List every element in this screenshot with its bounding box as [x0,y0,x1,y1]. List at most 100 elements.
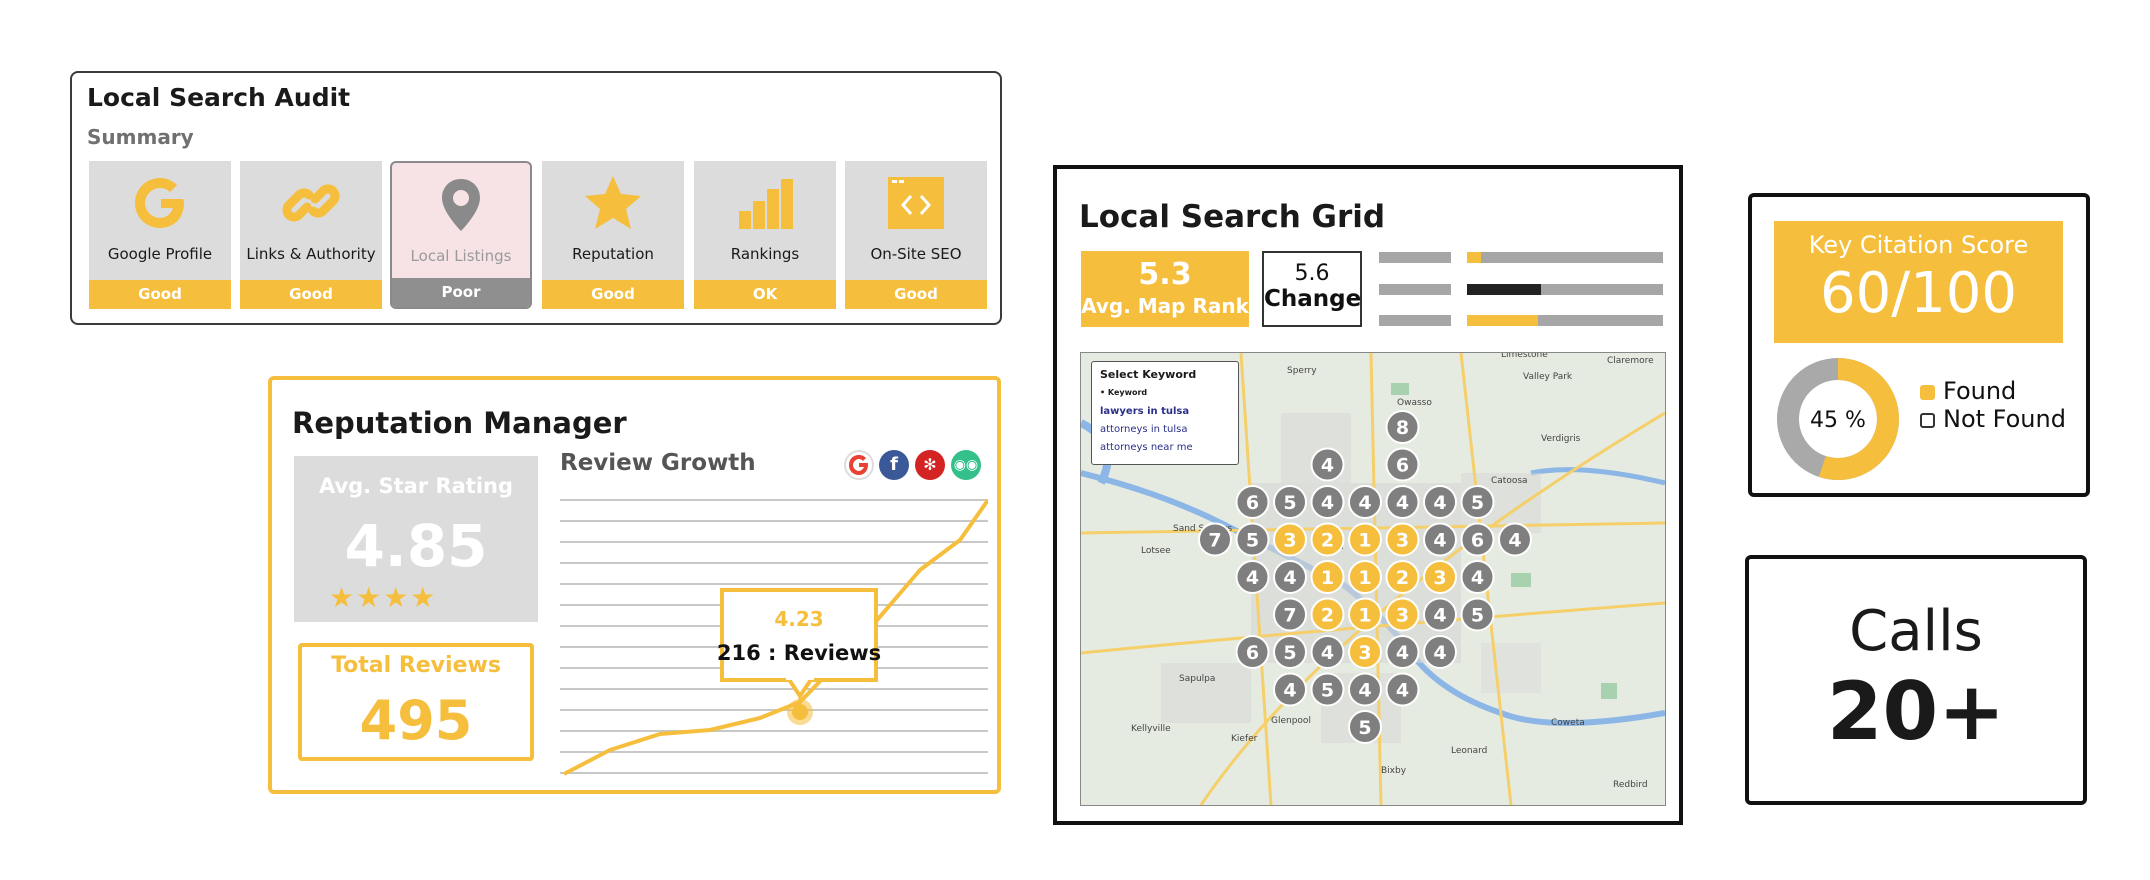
code-window-icon [845,173,987,233]
legend-not-found: Not Found [1920,405,2066,433]
rank-marker-label: 5 [1471,605,1484,627]
avg-star-rating-value: 4.85 [344,512,488,580]
audit-tile-reputation[interactable]: Reputation Good [542,161,684,309]
tile-label: Rankings [730,245,800,263]
rank-marker-label: 4 [1396,492,1409,514]
tile-status: OK [694,280,836,309]
total-reviews-label: Total Reviews [331,653,501,678]
avg-map-rank-box: 5.3 Avg. Map Rank [1081,251,1249,327]
rank-marker-label: 4 [1433,605,1446,627]
avg-map-rank-label: Avg. Map Rank [1081,294,1249,318]
citation-score-value: 60/100 [1819,261,2017,326]
change-box: 5.6 Change [1262,251,1362,327]
yelp-icon[interactable]: ✻ [915,450,945,480]
reputation-manager-card: Reputation Manager Avg. Star Rating 4.85… [268,376,1001,794]
citation-score-box: Key Citation Score 60/100 [1774,221,2063,343]
audit-tile-local-listings[interactable]: Local Listings Poor [390,161,532,309]
star-rating-icons: ★★★★ [329,581,438,614]
rank-marker-label: 4 [1358,492,1371,514]
rank-marker-label: 4 [1358,680,1371,702]
audit-tile-rankings[interactable]: Rankings OK [694,161,836,309]
bar-chart-icon [694,173,836,233]
local-search-grid-card: Local Search Grid 5.3 Avg. Map Rank 5.6 … [1053,165,1683,825]
total-reviews-box: Total Reviews 495 [298,643,534,761]
rank-marker-label: 4 [1396,680,1409,702]
citation-score-title: Key Citation Score [1808,231,2029,259]
rank-marker-label: 4 [1433,642,1446,664]
rank-marker-label: 5 [1283,642,1296,664]
audit-title: Local Search Audit [87,83,351,112]
tile-status: Good [845,280,987,309]
avg-star-rating-label: Avg. Star Rating [318,474,514,498]
rank-marker-label: 6 [1246,642,1259,664]
google-g-icon [89,173,231,233]
rank-marker-label: 3 [1396,530,1409,552]
rank-marker-label: 1 [1358,567,1371,589]
rank-marker-label: 8 [1396,417,1409,439]
calls-value: 20+ [1826,665,2006,758]
rank-grid-map[interactable]: Sperry Owasso Valley Park Claremore Verdigr… [1080,352,1666,806]
rank-markers: 8 4 6 6 5 4 4 4 4 5 7 5 3 2 1 3 4 6 4 4 4 1 1 2 3 4 7 2 1 3 4 5 6 5 4 3 4 4 4 5… [1198,410,1532,744]
rank-marker-label: 4 [1508,530,1521,552]
tile-status: Poor [392,278,530,307]
rank-marker-label: 4 [1321,642,1334,664]
not-found-swatch-icon [1920,412,1935,428]
rank-marker-label: 4 [1396,642,1409,664]
tile-status: Good [542,280,684,309]
rank-bar-fill [1467,284,1542,295]
rank-marker-label: 2 [1321,605,1334,627]
rank-marker-label: 6 [1396,455,1409,477]
legend-found-label: Found [1943,377,2017,405]
rank-marker-label: 5 [1471,492,1484,514]
tooltip-rating: 4.23 [774,607,823,631]
change-label: Change [1264,286,1362,312]
legend-not-found-label: Not Found [1943,405,2066,433]
rank-marker-label: 4 [1433,492,1446,514]
citation-donut-chart: 45 % [1777,358,1899,480]
rank-marker-label: 4 [1321,492,1334,514]
avg-star-rating-box: Avg. Star Rating 4.85 ★★★★ [294,456,538,622]
rank-marker-label: 4 [1246,567,1259,589]
tile-label: Reputation [572,245,654,263]
review-growth-chart: 4.23 216 : Reviews [560,498,988,776]
rank-marker-label: 6 [1246,492,1259,514]
tooltip-reviews: 216 : Reviews [717,641,881,665]
rank-marker-label: 4 [1283,567,1296,589]
rank-marker-label: 7 [1208,530,1221,552]
rank-marker-label: 4 [1321,455,1334,477]
star-icon [542,173,684,233]
avg-map-rank-value: 5.3 [1138,257,1192,292]
rank-marker-label: 5 [1246,530,1259,552]
rank-marker-label: 3 [1396,605,1409,627]
rank-marker-label: 4 [1283,680,1296,702]
rank-marker-label: 1 [1358,530,1371,552]
link-icon [240,173,382,233]
rank-marker-label: 5 [1283,492,1296,514]
rank-marker-label: 1 [1358,605,1371,627]
calls-card: Calls 20+ [1745,555,2087,805]
rank-marker-label: 4 [1471,567,1484,589]
tile-label: Local Listings [410,247,512,265]
rank-bar-fill [1467,252,1481,263]
found-swatch-icon [1920,384,1935,400]
audit-tile-on-site-seo[interactable]: On-Site SEO Good [845,161,987,309]
total-reviews-value: 495 [359,689,473,752]
facebook-icon[interactable]: f [879,450,909,480]
chart-tooltip [720,588,878,682]
key-citation-score-card: Key Citation Score 60/100 45 % Found Not… [1748,193,2090,497]
tripadvisor-icon[interactable]: ◉◉ [951,450,981,480]
rank-marker-label: 5 [1321,680,1334,702]
audit-tile-links-authority[interactable]: Links & Authority Good [240,161,382,309]
calls-label: Calls [1849,599,1983,664]
audit-tile-google-profile[interactable]: Google Profile Good [89,161,231,309]
reputation-title: Reputation Manager [292,406,627,440]
donut-percent-label: 45 % [1810,408,1866,433]
rank-bar-fill [1467,315,1538,326]
rank-marker-label: 2 [1396,567,1409,589]
rank-marker-label: 4 [1433,530,1446,552]
google-icon[interactable] [844,450,874,480]
grid-title: Local Search Grid [1079,199,1386,235]
review-growth-title: Review Growth [560,450,756,476]
audit-subtitle: Summary [87,125,194,149]
rank-marker-label: 5 [1358,717,1371,739]
